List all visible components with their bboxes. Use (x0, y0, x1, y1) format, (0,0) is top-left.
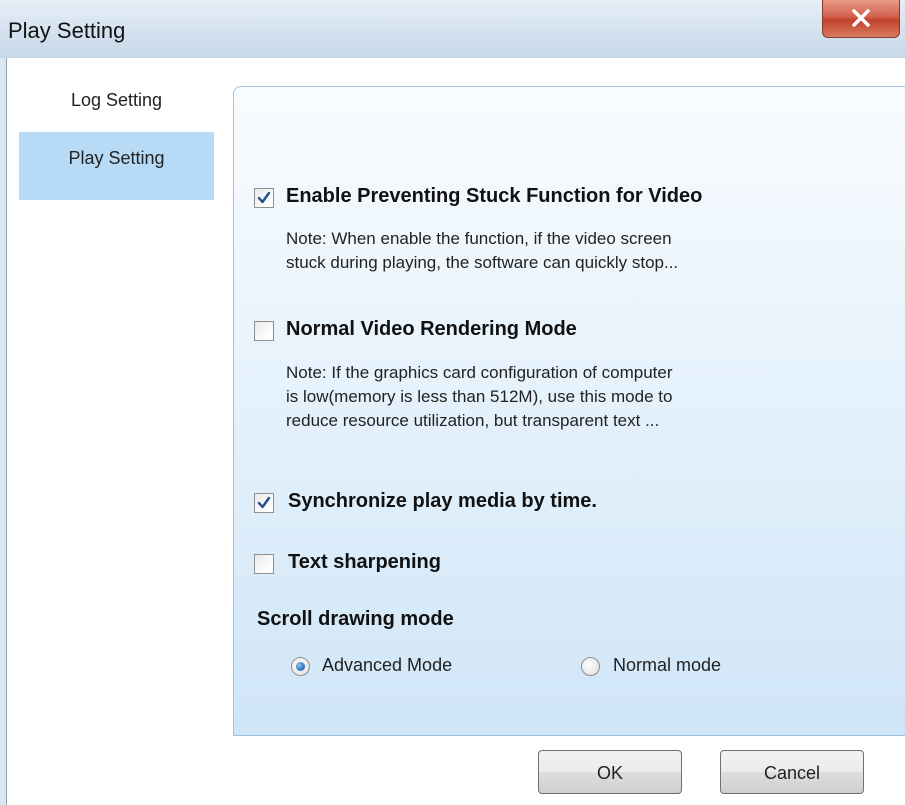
text-sharpening-label[interactable]: Text sharpening (288, 551, 441, 574)
sidebar-item-label: Play Setting (68, 148, 165, 168)
close-button[interactable] (822, 0, 900, 38)
prevent-stuck-checkbox[interactable] (254, 188, 274, 208)
sync-media-checkbox[interactable] (254, 493, 274, 513)
cancel-button[interactable]: Cancel (720, 750, 864, 794)
scroll-mode-heading: Scroll drawing mode (257, 608, 454, 630)
note-line: stuck during playing, the software can q… (286, 253, 679, 272)
note-line: Note: When enable the function, if the v… (286, 229, 672, 248)
text-sharpening-checkbox[interactable] (254, 554, 274, 574)
radio-selected-dot (296, 662, 305, 671)
play-settings-panel: Enable Preventing Stuck Function for Vid… (233, 86, 905, 736)
normal-mode-radio[interactable] (581, 657, 600, 676)
note-line: reduce resource utilization, but transpa… (286, 411, 660, 430)
sync-media-label[interactable]: Synchronize play media by time. (288, 490, 597, 513)
prevent-stuck-note: Note: When enable the function, if the v… (286, 227, 846, 275)
advanced-mode-label[interactable]: Advanced Mode (322, 655, 452, 676)
advanced-mode-radio[interactable] (291, 657, 310, 676)
normal-rendering-label[interactable]: Normal Video Rendering Mode (286, 318, 577, 341)
checkmark-icon (257, 191, 271, 204)
checkmark-icon (257, 496, 271, 509)
title-bar[interactable]: Play Setting (0, 0, 905, 58)
sidebar-item-play-setting[interactable]: Play Setting (19, 132, 214, 200)
normal-rendering-note: Note: If the graphics card configuration… (286, 361, 846, 433)
close-icon (852, 9, 870, 27)
normal-mode-label[interactable]: Normal mode (613, 655, 721, 676)
dialog-body: Log Setting Play Setting Enable Preventi… (6, 58, 905, 805)
play-setting-dialog: Play Setting Log Setting Play Setting En… (0, 0, 905, 805)
settings-sidebar: Log Setting Play Setting (7, 58, 214, 805)
sidebar-item-label: Log Setting (70, 90, 163, 110)
ok-button[interactable]: OK (538, 750, 682, 794)
prevent-stuck-label[interactable]: Enable Preventing Stuck Function for Vid… (286, 185, 702, 208)
note-line: is low(memory is less than 512M), use th… (286, 387, 673, 406)
normal-rendering-checkbox[interactable] (254, 321, 274, 341)
note-line: Note: If the graphics card configuration… (286, 363, 673, 382)
window-title: Play Setting (8, 18, 126, 43)
